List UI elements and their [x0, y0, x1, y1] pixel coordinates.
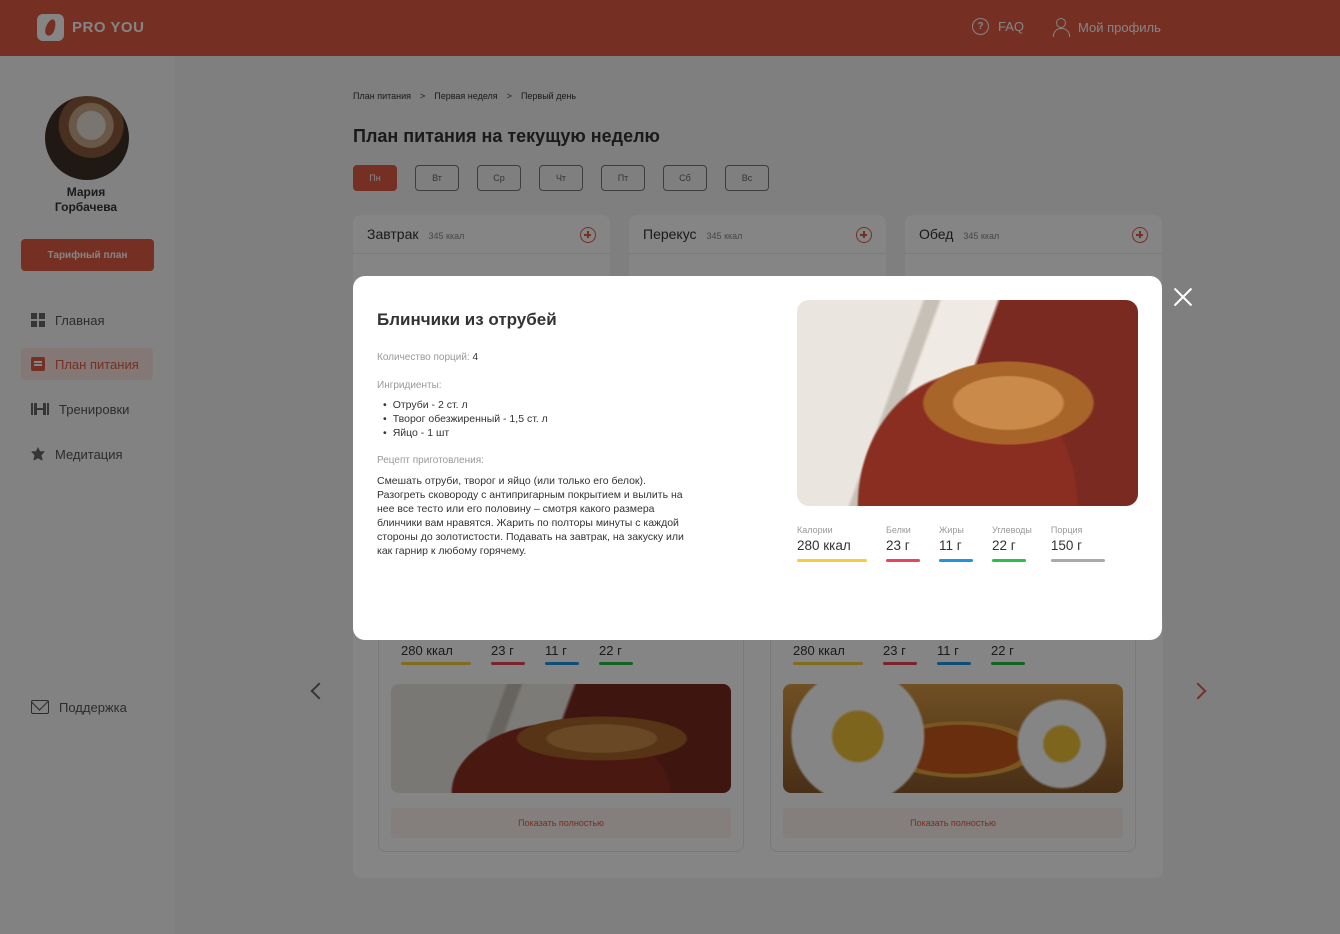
stat-fat: Жиры 11 г: [939, 525, 973, 562]
stat-portion: Порция 150 г: [1050, 525, 1105, 562]
stat-bar: [1050, 559, 1105, 562]
stat-carbs: Углеводы 22 г: [992, 525, 1032, 562]
stat-bar: [939, 559, 973, 562]
stat-protein: Белки 23 г: [886, 525, 920, 562]
portions-value: 4: [472, 352, 479, 363]
stat-value: 11 г: [939, 538, 962, 553]
stat-bar: [797, 559, 867, 562]
recipe-nutrition-stats: Калории 280 ккал Белки 23 г Жиры 11 г Уг…: [797, 525, 1124, 562]
stat-label: Углеводы: [992, 525, 1032, 535]
stat-bar: [886, 559, 920, 562]
stat-label: Жиры: [939, 525, 964, 535]
portions: Количество порций: 4: [377, 352, 478, 363]
stat-value: 150 г: [1050, 538, 1083, 553]
stat-calories: Калории 280 ккал: [797, 525, 867, 562]
close-icon[interactable]: [1173, 287, 1193, 307]
recipe-modal: Блинчики из отрубей Количество порций: 4…: [353, 276, 1162, 640]
stat-value: 23 г: [886, 538, 910, 553]
recipe-label: Рецепт приготовления:: [377, 455, 484, 466]
stat-label: Порция: [1050, 525, 1083, 535]
stat-label: Белки: [886, 525, 911, 535]
stat-value: 280 ккал: [797, 538, 851, 553]
stat-label: Калории: [797, 525, 833, 535]
ingredient-item: Яйцо - 1 шт: [383, 426, 548, 440]
stat-value: 22 г: [992, 538, 1016, 553]
ingredient-item: Отруби - 2 ст. л: [383, 398, 548, 412]
recipe-text: Смешать отруби, творог и яйцо (или тольк…: [377, 475, 684, 557]
ingredient-item: Творог обезжиренный - 1,5 ст. л: [383, 412, 548, 426]
recipe-title: Блинчики из отрубей: [377, 310, 557, 329]
ingredients-list: Отруби - 2 ст. л Творог обезжиренный - 1…: [383, 398, 548, 440]
portions-label: Количество порций:: [377, 352, 470, 363]
ingredients-label: Ингридиенты:: [377, 380, 442, 391]
stat-bar: [992, 559, 1026, 562]
pancakes-photo: [797, 300, 1138, 506]
